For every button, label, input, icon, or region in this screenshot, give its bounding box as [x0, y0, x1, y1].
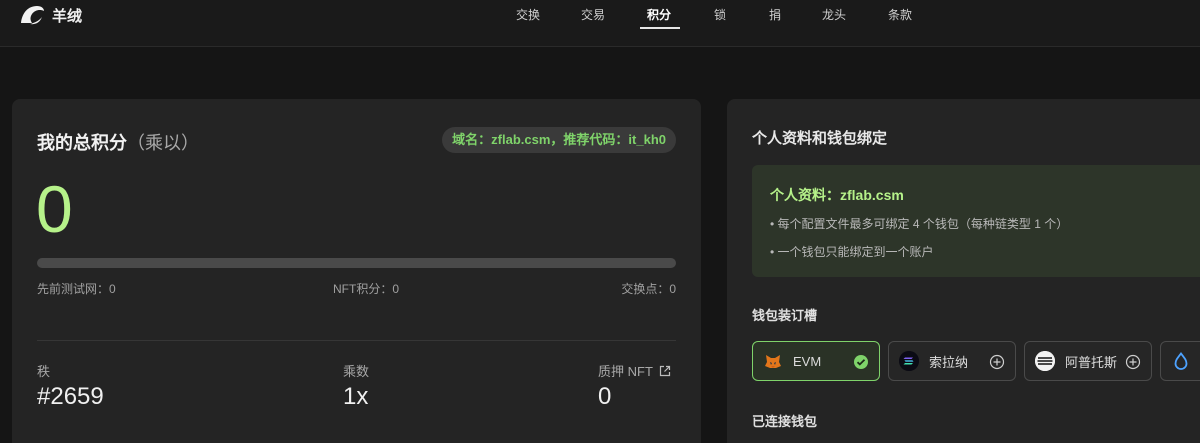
staked-nft-value: 0 — [598, 383, 612, 410]
wallet-slot-label: 索拉纳 — [929, 354, 969, 370]
domain-referral-badge: 域名：zflab.csm，推荐代码：it_kh0 — [442, 127, 676, 153]
solana-icon — [899, 351, 919, 371]
connected-wallets-title: 已连接钱包 — [752, 414, 818, 429]
wallet-slot-solana[interactable]: 索拉纳 — [888, 341, 1016, 381]
nav-item-faucet[interactable]: 龙头 — [822, 6, 846, 23]
nav-item-points[interactable]: 积分 — [647, 6, 671, 23]
points-title: 我的总积分（乘以） — [37, 129, 199, 155]
profile-section-title: 个人资料和钱包绑定 — [752, 130, 888, 147]
profile-note-wallet-limit: • 每个配置文件最多可绑定 4 个钱包（每种链类型 1 个） — [770, 217, 1069, 231]
rank-value: #2659 — [37, 383, 104, 410]
staked-nft-label-text: 质押 NFT — [598, 364, 653, 379]
points-breakdown: 先前测试网：0 NFT积分：0 交换点：0 — [37, 280, 676, 296]
wallet-slot-label: 阿普托斯 — [1065, 354, 1118, 370]
total-points-value: 0 — [36, 172, 73, 246]
active-tab-indicator — [640, 27, 680, 29]
multiplier-value: 1x — [343, 383, 369, 410]
check-circle-icon — [854, 355, 868, 369]
aptos-icon — [1035, 351, 1055, 371]
nav-item-trade[interactable]: 交易 — [581, 6, 605, 23]
main-nav: 交换 交易 积分 锁 捐 龙头 条款 — [0, 0, 1200, 47]
profile-note-single-account: • 一个钱包只能绑定到一个账户 — [770, 245, 934, 259]
profile-name: 个人资料：zflab.csm — [770, 187, 904, 203]
points-title-subtitle: （乘以） — [127, 133, 199, 153]
metamask-fox-icon — [763, 351, 783, 371]
wallet-slot-evm[interactable]: EVM — [752, 341, 880, 381]
section-divider — [37, 340, 676, 341]
profile-info-box: 个人资料：zflab.csm • 每个配置文件最多可绑定 4 个钱包（每种链类型… — [752, 165, 1200, 277]
wallet-slot-sui[interactable] — [1160, 341, 1200, 381]
external-link-icon[interactable] — [659, 365, 671, 377]
nav-item-terms[interactable]: 条款 — [888, 6, 912, 23]
profile-card: 个人资料和钱包绑定 个人资料：zflab.csm • 每个配置文件最多可绑定 4… — [727, 99, 1200, 443]
points-title-text: 我的总积分 — [37, 133, 127, 153]
nav-item-donate[interactable]: 捐 — [769, 6, 781, 23]
swap-points: 交换点：0 — [621, 282, 676, 296]
multiplier-label: 乘数 — [343, 364, 370, 379]
points-card: 我的总积分（乘以） 域名：zflab.csm，推荐代码：it_kh0 0 先前测… — [12, 99, 701, 443]
wallet-slot-aptos[interactable]: 阿普托斯 — [1024, 341, 1152, 381]
add-circle-icon[interactable] — [989, 354, 1005, 370]
nav-item-lock[interactable]: 锁 — [714, 6, 726, 23]
wallet-slot-label: EVM — [793, 353, 822, 369]
nav-item-swap[interactable]: 交换 — [516, 6, 540, 23]
points-progress-bar — [37, 258, 676, 268]
rank-label: 秩 — [37, 364, 51, 379]
add-circle-icon[interactable] — [1125, 354, 1141, 370]
sui-icon — [1171, 351, 1191, 371]
nft-points: NFT积分：0 — [333, 282, 400, 296]
top-nav-bar: 羊绒 交换 交易 积分 锁 捐 龙头 条款 — [0, 0, 1200, 47]
wallet-slots-title: 钱包装订槽 — [752, 308, 818, 323]
staked-nft-label[interactable]: 质押 NFT — [598, 361, 671, 380]
testnet-points: 先前测试网：0 — [37, 282, 116, 296]
